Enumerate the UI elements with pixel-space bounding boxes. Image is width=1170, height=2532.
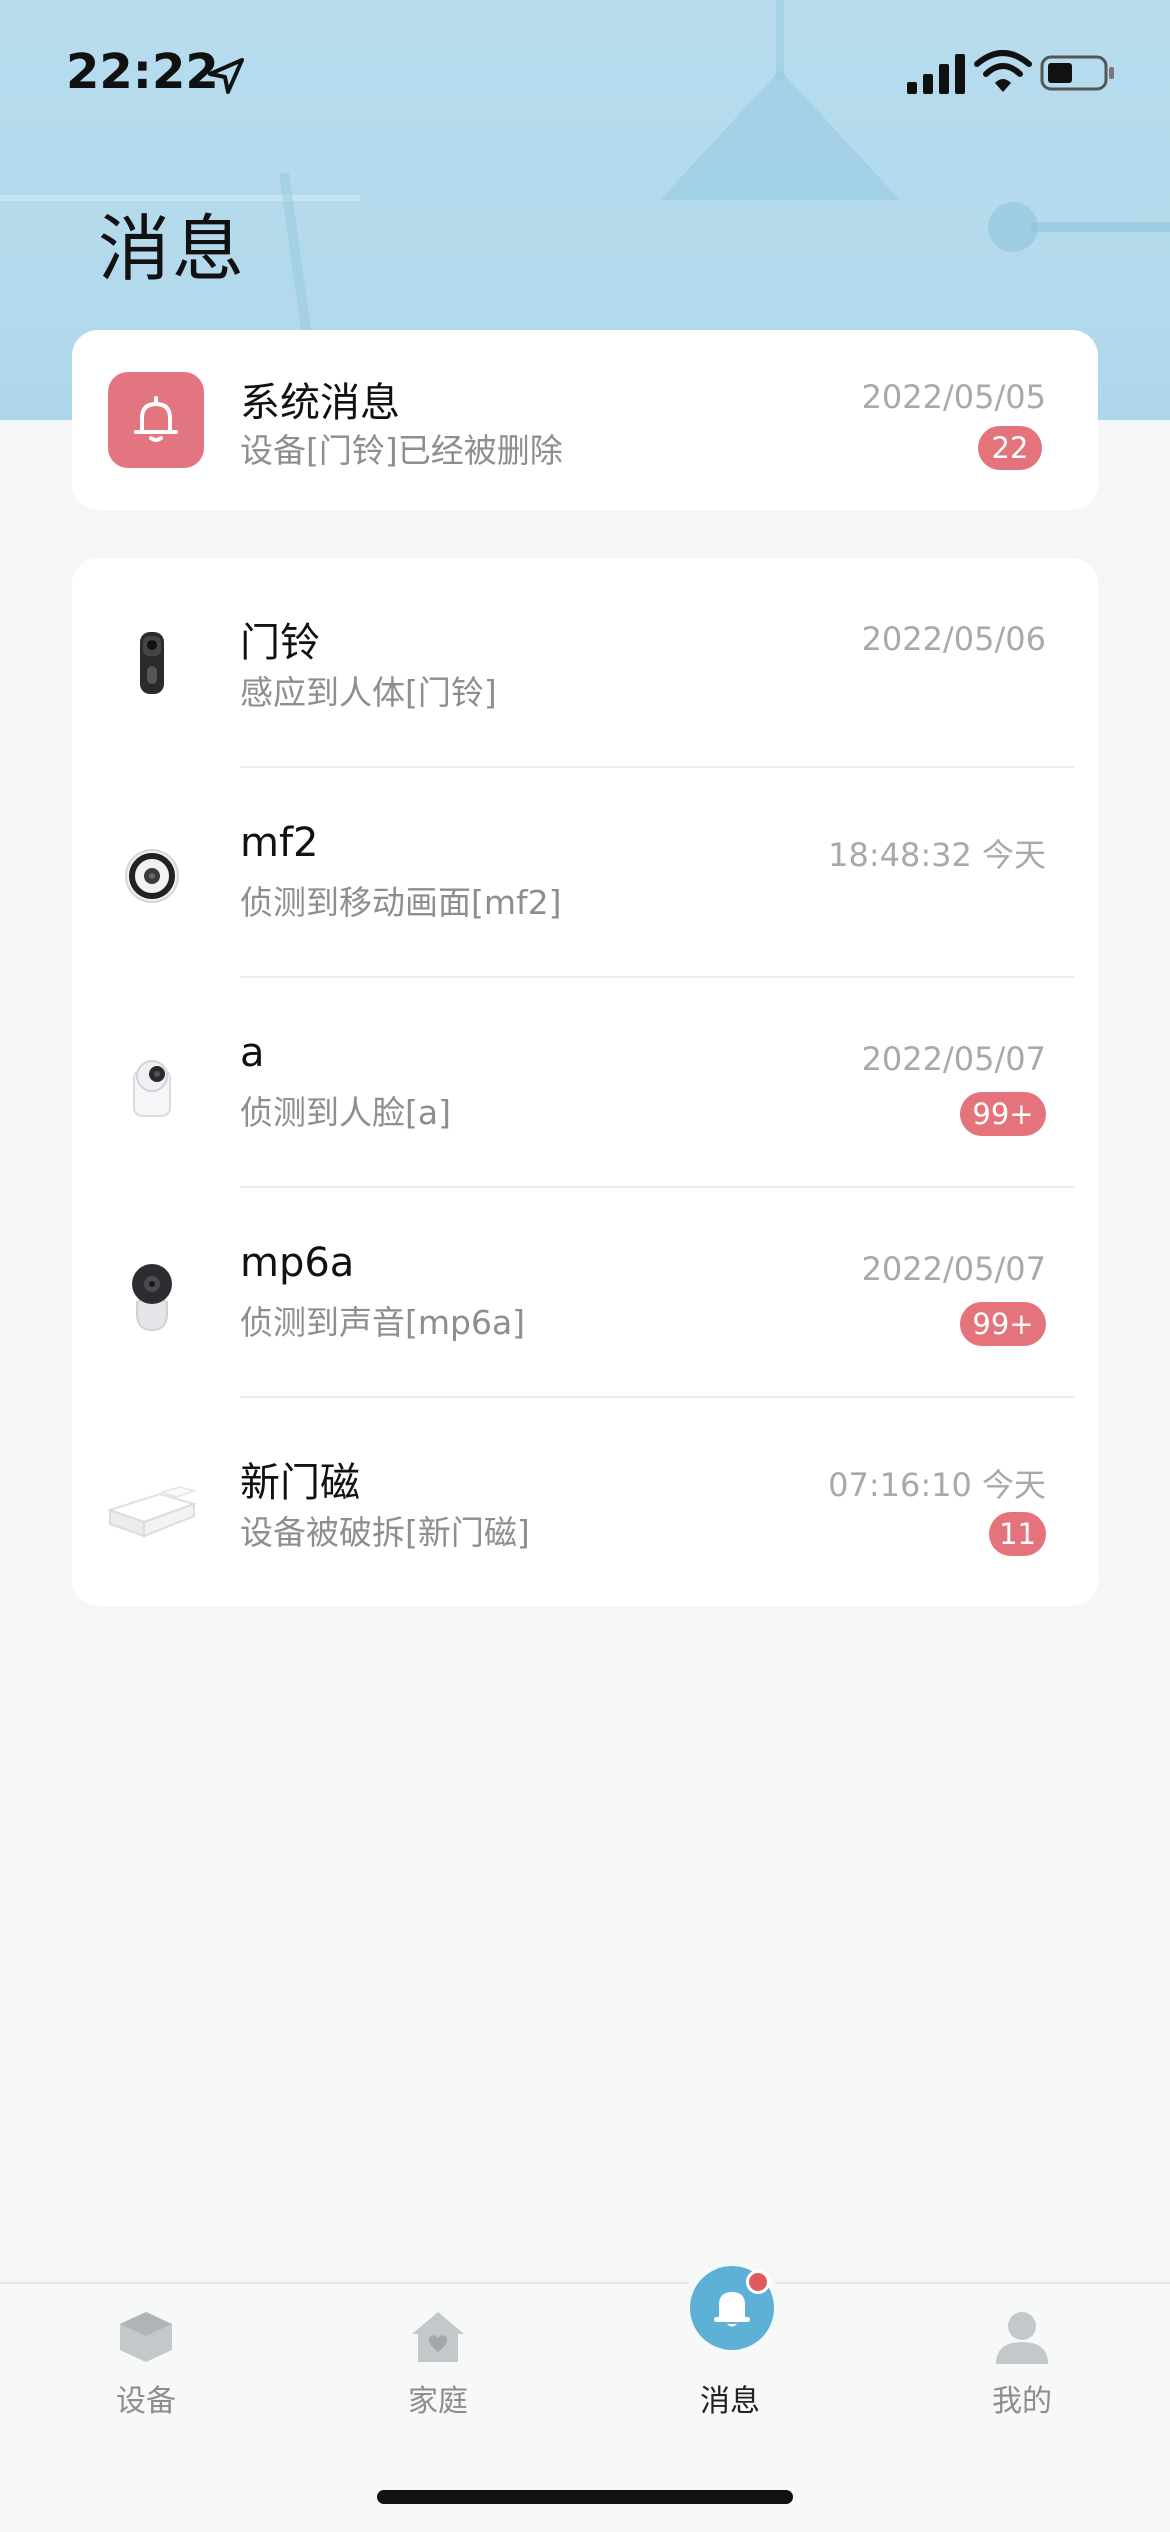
status-time: 22:22 [66, 44, 219, 100]
system-message-title: 系统消息 [240, 380, 400, 426]
device-event: 设备被破拆[新门磁] [240, 1513, 530, 1552]
home-indicator [377, 2490, 793, 2504]
tab-home[interactable]: 家庭 [292, 2284, 584, 2424]
tab-label: 消息 [700, 2384, 760, 2419]
device-row-mf2[interactable]: mf2 侦测到移动画面[mf2] 18:48:32 今天 [72, 768, 1098, 978]
unread-badge: 22 [978, 426, 1042, 470]
device-message-list: 门铃 感应到人体[门铃] 2022/05/06 mf2 侦测到移动画面[mf2]… [72, 558, 1098, 1606]
system-message-subtitle: 设备[门铃]已经被删除 [240, 431, 563, 470]
device-name: 门铃 [240, 620, 320, 666]
person-icon [996, 2312, 1048, 2364]
status-bar: 22:22 [0, 0, 1170, 140]
system-message-date: 2022/05/05 [861, 378, 1046, 416]
fisheye-camera-icon [125, 849, 179, 903]
system-message-card[interactable]: 系统消息 设备[门铃]已经被删除 2022/05/05 22 [72, 330, 1098, 510]
device-row-doorbell[interactable]: 门铃 感应到人体[门铃] 2022/05/06 [72, 558, 1098, 768]
doorbell-icon [140, 632, 164, 694]
device-row-door-sensor[interactable]: 新门磁 设备被破拆[新门磁] 07:16:10 今天 11 [72, 1398, 1098, 1608]
tab-label: 我的 [992, 2384, 1052, 2419]
door-sensor-icon [106, 1486, 198, 1538]
tab-label: 设备 [116, 2384, 176, 2419]
notification-dot [746, 2270, 770, 2294]
device-row-mp6a[interactable]: mp6a 侦测到声音[mp6a] 2022/05/07 99+ [72, 1188, 1098, 1398]
device-name: mp6a [240, 1240, 355, 1286]
unread-badge: 99+ [960, 1092, 1046, 1136]
cellular-signal-icon [907, 54, 965, 94]
device-name: 新门磁 [240, 1460, 360, 1506]
device-name: a [240, 1030, 265, 1076]
device-date: 2022/05/06 [861, 620, 1046, 658]
unread-badge: 11 [989, 1512, 1046, 1556]
device-event: 侦测到人脸[a] [240, 1093, 451, 1132]
device-event: 侦测到移动画面[mf2] [240, 883, 562, 922]
battery-icon [1040, 55, 1114, 91]
device-name: mf2 [240, 820, 319, 866]
device-cube-icon [120, 2312, 172, 2362]
tab-devices[interactable]: 设备 [0, 2284, 292, 2424]
system-message-icon [108, 372, 204, 468]
device-row-a[interactable]: a 侦测到人脸[a] 2022/05/07 99+ [72, 978, 1098, 1188]
device-date: 07:16:10 今天 [828, 1466, 1046, 1504]
tab-me[interactable]: 我的 [876, 2284, 1168, 2424]
location-arrow-icon [208, 58, 244, 94]
bell-icon [134, 396, 178, 442]
tab-label: 家庭 [408, 2384, 468, 2419]
device-date: 2022/05/07 [861, 1250, 1046, 1288]
page-title: 消息 [98, 207, 247, 291]
device-event: 侦测到声音[mp6a] [240, 1303, 526, 1342]
device-date: 18:48:32 今天 [828, 836, 1046, 874]
device-date: 2022/05/07 [861, 1040, 1046, 1078]
wifi-icon [974, 50, 1032, 92]
cube-camera-icon [133, 1060, 171, 1117]
device-event: 感应到人体[门铃] [240, 673, 497, 712]
unread-badge: 99+ [960, 1302, 1046, 1346]
home-heart-icon [412, 2312, 464, 2362]
dome-camera-icon [132, 1264, 172, 1332]
